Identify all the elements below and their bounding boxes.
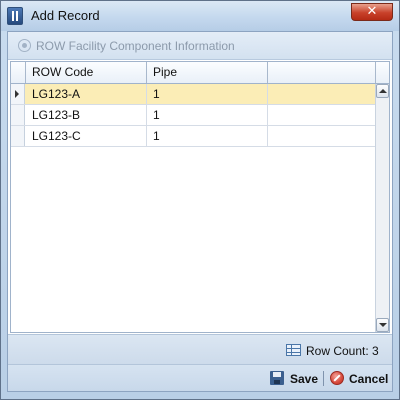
table-icon: [286, 344, 301, 356]
cancel-label: Cancel: [349, 372, 389, 386]
section-header[interactable]: ROW Facility Component Information: [8, 32, 392, 60]
row-count-label: Row Count:: [306, 344, 369, 358]
column-header-empty[interactable]: [268, 62, 376, 83]
cell-empty[interactable]: [268, 126, 376, 146]
vertical-scrollbar[interactable]: [375, 84, 389, 332]
row-count-value: 3: [372, 344, 379, 358]
cancel-icon: [330, 371, 344, 385]
row-count-bar: Row Count: 3: [8, 334, 392, 364]
row-indicator[interactable]: [11, 105, 25, 125]
table-row[interactable]: LG123-B 1: [11, 105, 376, 126]
collapse-icon[interactable]: [18, 39, 31, 52]
arrow-up-icon: [379, 89, 387, 93]
cell-pipe[interactable]: 1: [147, 105, 268, 125]
dialog-footer: Save Cancel: [8, 364, 392, 391]
arrow-down-icon: [379, 323, 387, 327]
scroll-up-button[interactable]: [376, 84, 389, 98]
record-grid: ROW Code Pipe LG123-A 1 LG123-B 1 LG123-…: [10, 61, 390, 333]
row-indicator[interactable]: [11, 84, 25, 104]
title-bar[interactable]: Add Record ✕: [1, 1, 399, 31]
cell-row-code[interactable]: LG123-A: [26, 84, 147, 104]
close-button[interactable]: ✕: [351, 3, 393, 21]
cell-pipe[interactable]: 1: [147, 126, 268, 146]
scroll-down-button[interactable]: [376, 318, 389, 332]
cell-empty[interactable]: [268, 105, 376, 125]
table-row[interactable]: LG123-A 1: [11, 84, 376, 105]
footer-divider: [323, 371, 324, 386]
add-record-dialog: Add Record ✕ ROW Facility Component Info…: [0, 0, 400, 400]
table-row[interactable]: LG123-C 1: [11, 126, 376, 147]
cell-empty[interactable]: [268, 84, 376, 104]
dialog-content: ROW Facility Component Information ROW C…: [7, 31, 393, 392]
save-label: Save: [290, 372, 319, 386]
row-indicator[interactable]: [11, 126, 25, 146]
column-header-pipe[interactable]: Pipe: [147, 62, 268, 83]
save-icon: [270, 371, 284, 385]
cell-row-code[interactable]: LG123-B: [26, 105, 147, 125]
section-title: ROW Facility Component Information: [36, 39, 235, 53]
column-header-row-code[interactable]: ROW Code: [26, 62, 147, 83]
cell-row-code[interactable]: LG123-C: [26, 126, 147, 146]
app-icon: [7, 7, 23, 25]
header-indicator-cell: [11, 62, 26, 83]
current-row-arrow-icon: [15, 90, 19, 98]
window-title: Add Record: [31, 8, 100, 23]
grid-header: ROW Code Pipe: [11, 62, 389, 84]
cell-pipe[interactable]: 1: [147, 84, 268, 104]
